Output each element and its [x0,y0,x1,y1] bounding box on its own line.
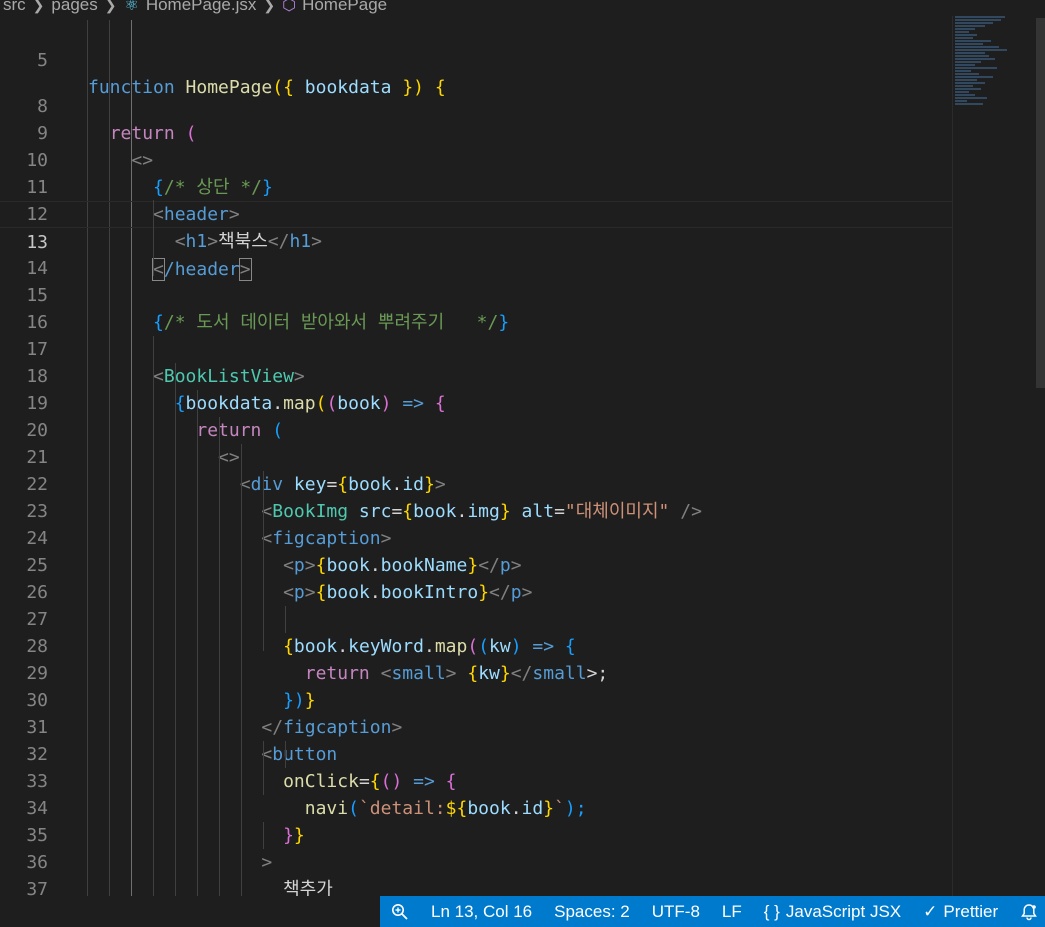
code-line: 11 <header> [0,147,952,225]
code-line: 33 navi(`detail:${book.id}`); [0,741,952,819]
code-line: 24 <p>{book.bookName}</p> [0,498,952,576]
code-line: 8 return ( [0,66,952,144]
code-line: 23 <figcaption> [0,471,952,549]
indent-guide [241,444,242,896]
code-line: 28 return <small> {kw}</small>; [0,606,952,684]
code-line: 18 {bookdata.map((book) => { [0,336,952,414]
symbol-function-icon: ⬡ [282,0,297,14]
code-line: 22 <BookImg src={book.img} alt="대체이미지" /… [0,444,952,522]
indent-guide [263,822,264,849]
code-line: 32 onClick={() => { [0,714,952,792]
code-line: 5 function HomePage({ bookdata }) { [0,20,952,98]
code-line: 15 {/* 도서 데이터 받아와서 뿌려주기 */} [0,255,952,333]
token: 책추가 [283,879,333,896]
breadcrumb-file[interactable]: HomePage.jsx [143,0,260,15]
code-line: 14 [0,228,952,279]
code-line: 29 })} [0,633,952,711]
check-icon: ✓ [923,901,938,921]
code-line: 10 {/* 상단 */} [0,120,952,198]
code-line: 27 {book.keyWord.map((kw) => { [0,579,952,657]
code-line: 30 </figcaption> [0,660,952,738]
react-icon: ⚛ [124,0,139,14]
line-number: 37 [26,879,48,896]
braces-icon: { } [763,901,780,921]
code-line: 35 > [0,795,952,873]
code-line: 25 <p>{book.bookIntro}</p> [0,525,952,603]
code-line: 20 <> [0,390,952,468]
bell-icon[interactable] [1009,896,1045,927]
indent-guide [285,741,286,768]
prettier-label: Prettier [943,901,999,921]
code-line: 26 [0,552,952,603]
code-line: 17 <BookListView> [0,309,952,387]
chevron-right-icon: ❯ [263,0,276,13]
chevron-right-icon: ❯ [104,0,117,13]
code-editor[interactable]: 5 function HomePage({ bookdata }) { 8 re… [0,20,1045,896]
indent-guide [153,200,154,276]
indentation[interactable]: Spaces: 2 [543,896,641,927]
encoding[interactable]: UTF-8 [641,896,711,927]
vertical-scrollbar[interactable] [1036,18,1045,388]
code-line: 9 <> [0,93,952,171]
language-label: JavaScript JSX [785,901,902,921]
breadcrumb-src[interactable]: src [0,0,29,15]
indent-guide [197,390,198,896]
code-line: 31 <button [0,687,952,765]
code-line: 36 책추가 [0,822,952,896]
language-mode[interactable]: { } JavaScript JSX [753,896,912,927]
code-line: 12 <h1>책북스</h1> [0,174,952,252]
code-line: 34 }} [0,768,952,846]
code-line: 19 return ( [0,363,952,441]
indent-guide [263,471,264,651]
code-line: 16 [0,282,952,333]
code-line: 21 <div key={book.id}> [0,417,952,495]
breadcrumb: src ❯ pages ❯ ⚛ HomePage.jsx ❯ ⬡ HomePag… [0,0,1045,16]
indent-guide [285,606,286,633]
end-of-line[interactable]: LF [711,896,753,927]
status-bar-right: Ln 13, Col 16 Spaces: 2 UTF-8 LF { } Jav… [380,896,1045,927]
code-line-current: 13 </header> [0,201,952,281]
code-line: 37 </button> [0,849,952,896]
status-bar: Ln 13, Col 16 Spaces: 2 UTF-8 LF { } Jav… [0,896,1045,927]
indent-guide [263,741,264,795]
indent-guide [153,336,154,896]
breadcrumb-symbol[interactable]: HomePage [299,0,390,15]
zoom-in-icon[interactable] [380,896,420,927]
chevron-right-icon: ❯ [32,0,45,13]
breadcrumb-pages[interactable]: pages [48,0,100,15]
prettier-status[interactable]: ✓ Prettier [912,896,1009,927]
minimap[interactable] [955,16,1035,146]
minimap-border [952,16,953,896]
cursor-position[interactable]: Ln 13, Col 16 [420,896,543,927]
indent-guide [175,363,176,896]
indent-guide [219,417,220,896]
